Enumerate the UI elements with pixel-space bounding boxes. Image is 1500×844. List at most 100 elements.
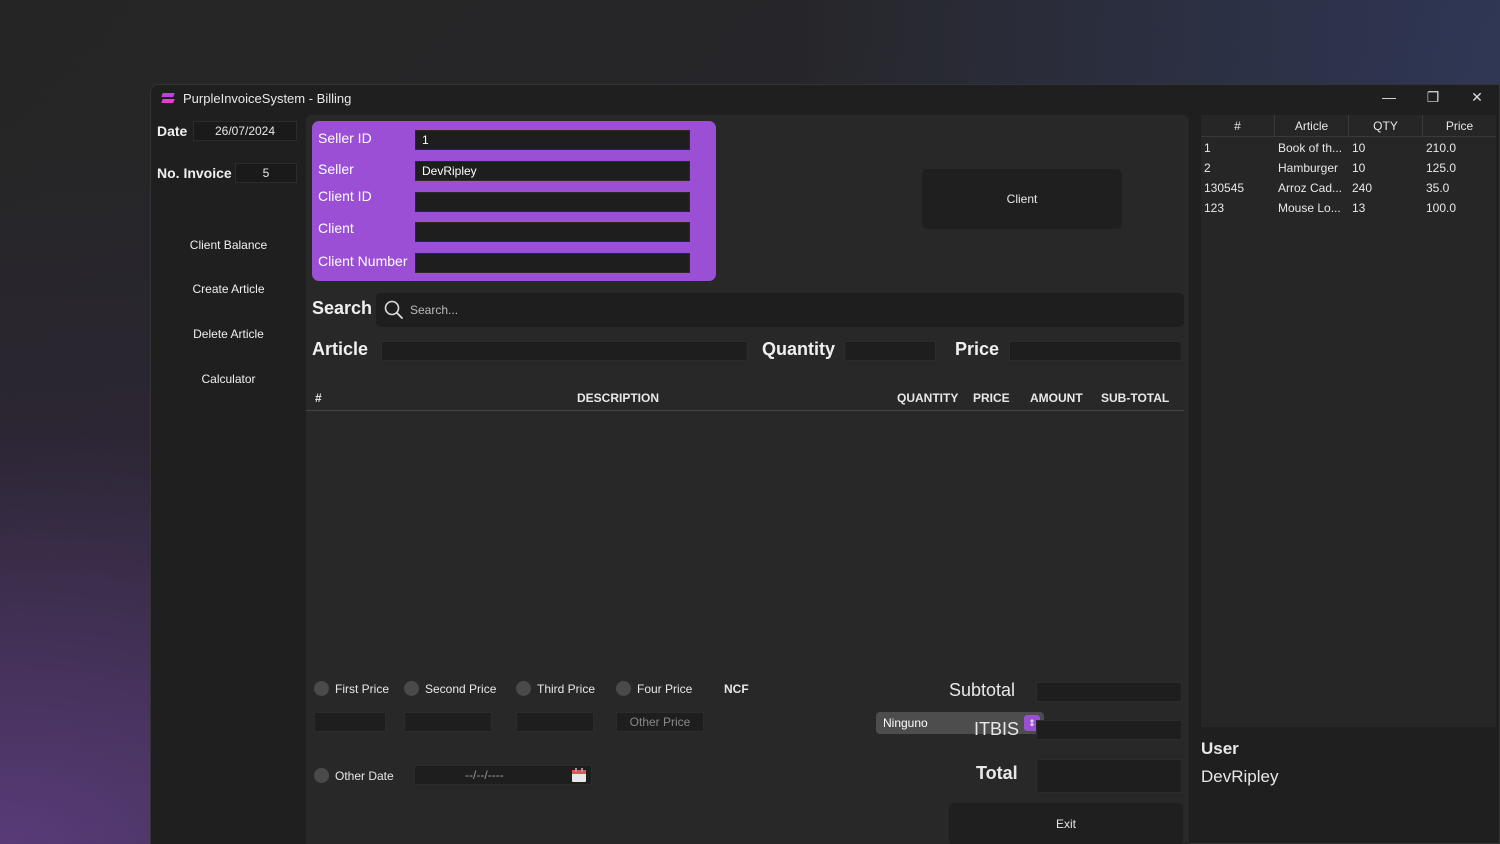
search-placeholder: Search... — [410, 303, 459, 317]
cell-article: Hamburger — [1278, 161, 1339, 175]
calculator-button[interactable]: Calculator — [151, 372, 306, 386]
cell-id: 2 — [1204, 161, 1211, 175]
cell-price: 210.0 — [1426, 141, 1457, 155]
seller-id-field[interactable]: 1 — [415, 130, 690, 150]
client-balance-button[interactable]: Client Balance — [151, 238, 306, 252]
cell-qty: 10 — [1352, 141, 1366, 155]
table-row[interactable]: 123 Mouse Lo... 13 100.0 — [1201, 198, 1496, 218]
col-amount: AMOUNT — [1030, 391, 1083, 405]
radio-circle[interactable] — [314, 681, 329, 696]
exit-button[interactable]: Exit — [949, 803, 1183, 844]
third-price-radio[interactable]: Third Price — [516, 681, 595, 696]
total-field[interactable] — [1036, 759, 1182, 793]
second-price-input[interactable] — [404, 712, 492, 732]
other-price-input[interactable]: Other Price — [616, 712, 704, 732]
app-logo-icon — [161, 91, 175, 105]
client-id-field[interactable] — [415, 192, 690, 212]
first-price-radio[interactable]: First Price — [314, 681, 389, 696]
cell-price: 100.0 — [1426, 201, 1457, 215]
create-article-button[interactable]: Create Article — [151, 282, 306, 296]
cell-id: 123 — [1204, 201, 1225, 215]
total-label: Total — [976, 763, 1018, 783]
itbis-field[interactable] — [1036, 720, 1182, 740]
table-row[interactable]: 130545 Arroz Cad... 240 35.0 — [1201, 178, 1496, 198]
second-price-radio[interactable]: Second Price — [404, 681, 496, 696]
user-name: DevRipley — [1201, 767, 1279, 786]
itbis-label: ITBIS — [974, 719, 1020, 739]
client-number-label: Client Number — [318, 253, 408, 269]
cell-qty: 10 — [1352, 161, 1366, 175]
restore-button[interactable]: ❐ — [1411, 85, 1455, 109]
subtotal-label: Subtotal — [949, 680, 1016, 700]
col-quantity: QUANTITY — [897, 391, 959, 405]
col-article-price: Price — [1445, 119, 1474, 133]
client-button[interactable]: Client — [922, 169, 1122, 229]
third-price-label: Third Price — [537, 681, 596, 696]
first-price-label: First Price — [335, 681, 389, 696]
seller-label: Seller — [318, 161, 354, 177]
price-input[interactable] — [1009, 341, 1182, 361]
client-label: Client — [318, 220, 354, 236]
search-label: Search — [312, 298, 373, 318]
table-row[interactable]: 2 Hamburger 10 125.0 — [1201, 158, 1496, 178]
billing-window: PurpleInvoiceSystem - Billing — ❐ ✕ Date… — [150, 84, 1500, 844]
cell-article: Arroz Cad... — [1278, 181, 1343, 195]
radio-circle[interactable] — [616, 681, 631, 696]
other-date-radio[interactable]: Other Date — [314, 768, 394, 783]
articles-table-header: # Article QTY Price — [1201, 115, 1496, 137]
four-price-label: Four Price — [637, 681, 693, 696]
close-button[interactable]: ✕ — [1455, 85, 1499, 109]
articles-table: # Article QTY Price 1 Book of th... 10 2… — [1201, 115, 1496, 727]
seller-id-label: Seller ID — [318, 130, 372, 146]
article-label: Article — [312, 339, 369, 359]
billing-panel: Seller ID 1 Seller DevRipley Client ID C… — [306, 115, 1189, 844]
other-date-label: Other Date — [335, 768, 394, 783]
article-input[interactable] — [381, 341, 748, 361]
radio-circle[interactable] — [314, 768, 329, 783]
other-date-input[interactable]: --/--/---- — [414, 765, 592, 785]
cell-id: 130545 — [1204, 181, 1245, 195]
search-input[interactable]: Search... — [376, 293, 1184, 327]
second-price-label: Second Price — [425, 681, 497, 696]
cell-qty: 13 — [1352, 201, 1366, 215]
radio-circle[interactable] — [516, 681, 531, 696]
radio-circle[interactable] — [404, 681, 419, 696]
cell-article: Book of th... — [1278, 141, 1343, 155]
ncf-label: NCF — [724, 682, 749, 696]
seller-client-box: Seller ID 1 Seller DevRipley Client ID C… — [312, 121, 716, 281]
cell-price: 35.0 — [1426, 181, 1450, 195]
col-subtotal: SUB-TOTAL — [1101, 391, 1170, 405]
user-label: User — [1201, 739, 1239, 758]
col-price: PRICE — [973, 391, 1010, 405]
seller-field[interactable]: DevRipley — [415, 161, 690, 181]
client-field[interactable] — [415, 222, 690, 242]
first-price-input[interactable] — [314, 712, 386, 732]
col-description: DESCRIPTION — [577, 391, 660, 405]
invoice-number-field[interactable]: 5 — [235, 163, 297, 183]
minimize-button[interactable]: — — [1367, 85, 1411, 109]
desktop-background — [800, 0, 1500, 90]
price-label: Price — [955, 339, 1000, 359]
subtotal-field[interactable] — [1036, 682, 1182, 702]
third-price-input[interactable] — [516, 712, 594, 732]
title-bar[interactable]: PurpleInvoiceSystem - Billing — ❐ ✕ — [151, 85, 1499, 111]
col-number: # — [315, 391, 322, 405]
delete-article-button[interactable]: Delete Article — [151, 327, 306, 341]
cell-id: 1 — [1204, 141, 1211, 155]
client-number-field[interactable] — [415, 253, 690, 273]
ncf-selected-value: Ninguno — [883, 716, 928, 730]
four-price-radio[interactable]: Four Price — [616, 681, 692, 696]
cell-article: Mouse Lo... — [1278, 201, 1341, 215]
client-id-label: Client ID — [318, 188, 372, 204]
calendar-icon[interactable] — [571, 767, 587, 783]
left-sidebar: Date 26/07/2024 No. Invoice 5 Client Bal… — [151, 111, 306, 844]
search-icon — [384, 300, 403, 319]
date-field[interactable]: 26/07/2024 — [193, 121, 297, 141]
col-article: Article — [1275, 115, 1349, 137]
cell-qty: 240 — [1352, 181, 1373, 195]
quantity-label: Quantity — [762, 339, 836, 359]
table-row[interactable]: 1 Book of th... 10 210.0 — [1201, 138, 1496, 158]
col-article-number: # — [1201, 115, 1275, 137]
invoice-number-label: No. Invoice — [157, 165, 232, 181]
quantity-input[interactable] — [844, 341, 936, 361]
